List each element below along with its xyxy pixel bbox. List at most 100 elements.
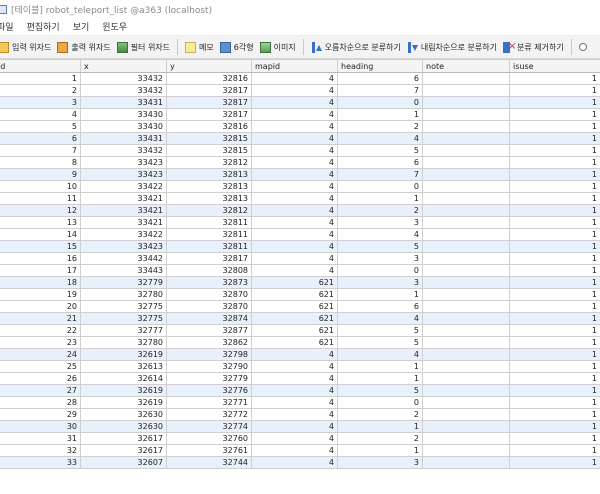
cell-mapid[interactable]: 621 xyxy=(251,300,338,313)
cell-note[interactable] xyxy=(422,180,510,193)
cell-mapid[interactable]: 4 xyxy=(251,84,338,97)
cell-note[interactable] xyxy=(422,132,510,145)
table-row[interactable]: 33 32607 32744 4 3 1 xyxy=(0,456,600,469)
cell-id[interactable]: 22 xyxy=(0,324,81,337)
cell-note[interactable] xyxy=(422,168,510,181)
cell-y[interactable]: 32817 xyxy=(166,108,252,121)
cell-isuse[interactable]: 1 xyxy=(509,228,600,241)
cell-y[interactable]: 32744 xyxy=(166,456,252,469)
cell-note[interactable] xyxy=(422,360,510,373)
cell-id[interactable]: 23 xyxy=(0,336,81,349)
cell-note[interactable] xyxy=(422,324,510,337)
cell-id[interactable]: 15 xyxy=(0,240,81,253)
cell-heading[interactable]: 5 xyxy=(337,384,423,397)
cell-mapid[interactable]: 4 xyxy=(251,156,338,169)
cell-y[interactable]: 32813 xyxy=(166,192,252,205)
cell-x[interactable]: 32614 xyxy=(80,372,167,385)
cell-y[interactable]: 32817 xyxy=(166,252,252,265)
cell-mapid[interactable]: 4 xyxy=(251,432,338,445)
cell-isuse[interactable]: 1 xyxy=(509,300,600,313)
cell-heading[interactable]: 3 xyxy=(337,252,423,265)
cell-id[interactable]: 1 xyxy=(0,72,81,85)
cell-heading[interactable]: 1 xyxy=(337,108,423,121)
cell-note[interactable] xyxy=(422,348,510,361)
cell-isuse[interactable]: 1 xyxy=(509,84,600,97)
cell-y[interactable]: 32815 xyxy=(166,144,252,157)
cell-isuse[interactable]: 1 xyxy=(509,408,600,421)
cell-y[interactable]: 32817 xyxy=(166,96,252,109)
column-header-x[interactable]: x xyxy=(80,59,167,73)
cell-isuse[interactable]: 1 xyxy=(509,336,600,349)
cell-id[interactable]: 19 xyxy=(0,288,81,301)
table-row[interactable]: 32 32617 32761 4 1 1 xyxy=(0,444,600,457)
cell-isuse[interactable]: 1 xyxy=(509,108,600,121)
cell-x[interactable]: 32777 xyxy=(80,324,167,337)
cell-x[interactable]: 33430 xyxy=(80,108,167,121)
cell-x[interactable]: 33432 xyxy=(80,84,167,97)
cell-isuse[interactable]: 1 xyxy=(509,96,600,109)
cell-x[interactable]: 32613 xyxy=(80,360,167,373)
cell-heading[interactable]: 0 xyxy=(337,180,423,193)
cell-isuse[interactable]: 1 xyxy=(509,240,600,253)
cell-y[interactable]: 32776 xyxy=(166,384,252,397)
cell-x[interactable]: 32630 xyxy=(80,420,167,433)
cell-mapid[interactable]: 4 xyxy=(251,240,338,253)
cell-y[interactable]: 32771 xyxy=(166,396,252,409)
cell-note[interactable] xyxy=(422,336,510,349)
cell-note[interactable] xyxy=(422,96,510,109)
menu-file[interactable]: 파일 xyxy=(0,20,14,33)
cell-x[interactable]: 33432 xyxy=(80,72,167,85)
table-row[interactable]: 5 33430 32816 4 2 1 xyxy=(0,120,600,133)
cell-y[interactable]: 32812 xyxy=(166,204,252,217)
table-row[interactable]: 14 33422 32811 4 4 1 xyxy=(0,228,600,241)
cell-id[interactable]: 14 xyxy=(0,228,81,241)
menu-view[interactable]: 보기 xyxy=(73,20,90,33)
cell-heading[interactable]: 1 xyxy=(337,372,423,385)
cell-y[interactable]: 32816 xyxy=(166,72,252,85)
cell-heading[interactable]: 1 xyxy=(337,360,423,373)
cell-note[interactable] xyxy=(422,192,510,205)
cell-x[interactable]: 33431 xyxy=(80,96,167,109)
cell-id[interactable]: 18 xyxy=(0,276,81,289)
more-button[interactable] xyxy=(576,38,593,56)
cell-id[interactable]: 24 xyxy=(0,348,81,361)
cell-x[interactable]: 32607 xyxy=(80,456,167,469)
cell-id[interactable]: 11 xyxy=(0,192,81,205)
cell-mapid[interactable]: 4 xyxy=(251,456,338,469)
cell-heading[interactable]: 1 xyxy=(337,288,423,301)
image-button[interactable]: 이미지 xyxy=(257,38,299,56)
column-header-mapid[interactable]: mapid xyxy=(251,59,338,73)
cell-x[interactable]: 33423 xyxy=(80,240,167,253)
cell-x[interactable]: 32779 xyxy=(80,276,167,289)
table-row[interactable]: 12 33421 32812 4 2 1 xyxy=(0,204,600,217)
cell-id[interactable]: 27 xyxy=(0,384,81,397)
table-row[interactable]: 26 32614 32779 4 1 1 xyxy=(0,372,600,385)
table-row[interactable]: 1 33432 32816 4 6 1 xyxy=(0,72,600,85)
filter-wizard-button[interactable]: 필터 위자드 xyxy=(114,38,173,56)
cell-heading[interactable]: 5 xyxy=(337,324,423,337)
cell-isuse[interactable]: 1 xyxy=(509,120,600,133)
table-row[interactable]: 27 32619 32776 4 5 1 xyxy=(0,384,600,397)
cell-mapid[interactable]: 4 xyxy=(251,252,338,265)
cell-note[interactable] xyxy=(422,276,510,289)
cell-x[interactable]: 32780 xyxy=(80,336,167,349)
cell-id[interactable]: 13 xyxy=(0,216,81,229)
cell-heading[interactable]: 6 xyxy=(337,72,423,85)
cell-isuse[interactable]: 1 xyxy=(509,360,600,373)
cell-mapid[interactable]: 4 xyxy=(251,228,338,241)
cell-note[interactable] xyxy=(422,72,510,85)
menu-edit[interactable]: 편집하기 xyxy=(27,20,60,33)
table-row[interactable]: 23 32780 32862 621 5 1 xyxy=(0,336,600,349)
cell-x[interactable]: 33421 xyxy=(80,204,167,217)
cell-note[interactable] xyxy=(422,312,510,325)
cell-y[interactable]: 32811 xyxy=(166,228,252,241)
cell-mapid[interactable]: 4 xyxy=(251,348,338,361)
cell-note[interactable] xyxy=(422,216,510,229)
cell-x[interactable]: 33421 xyxy=(80,216,167,229)
cell-id[interactable]: 8 xyxy=(0,156,81,169)
cell-y[interactable]: 32816 xyxy=(166,120,252,133)
cell-note[interactable] xyxy=(422,408,510,421)
cell-mapid[interactable]: 621 xyxy=(251,276,338,289)
table-row[interactable]: 28 32619 32771 4 0 1 xyxy=(0,396,600,409)
cell-heading[interactable]: 6 xyxy=(337,156,423,169)
